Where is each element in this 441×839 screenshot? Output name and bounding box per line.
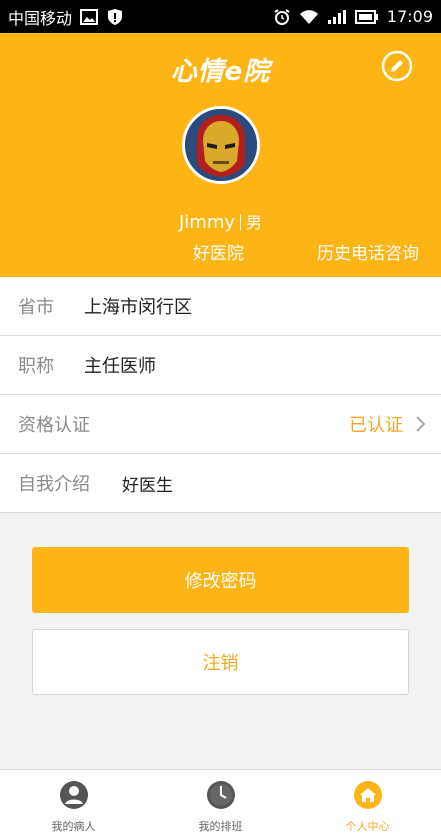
battery-icon [354,9,379,25]
title-value: 主任医师 [84,356,156,377]
province-label: 省市 [18,297,54,318]
alarm-icon [273,8,291,26]
wifi-icon [299,9,319,25]
clock-icon [206,781,235,809]
home-icon [353,781,382,809]
tab-personal-center[interactable]: 个人中心 [294,770,441,839]
intro-row: 自我介绍 好医生 [0,454,441,513]
province-row: 省市 上海市闵行区 [0,277,441,336]
app-logo: 心情e院 [170,57,271,87]
logout-button[interactable]: 注销 [32,629,409,695]
divider [240,214,241,230]
tab-my-schedule[interactable]: 我的排班 [147,770,294,839]
history-consultation-link[interactable]: 历史电话咨询 [317,239,419,264]
intro-value: 好医生 [122,475,173,496]
status-bar: 中国移动 17:09 [0,0,441,33]
tab-label: 个人中心 [345,820,390,833]
profile-info-list: 省市 上海市闵行区 职称 主任医师 资格认证 已认证 自我介绍 好医生 [0,277,441,513]
hospital-name: 好医院 [193,244,244,264]
qualification-status: 已认证 [349,415,403,436]
avatar[interactable] [182,106,260,184]
title-label: 职称 [18,356,54,377]
tab-label: 我的病人 [51,820,96,833]
edit-icon [381,50,413,82]
change-password-button[interactable]: 修改密码 [32,547,409,613]
image-icon [80,8,99,25]
doctor-name: Jimmy [178,212,235,233]
chevron-right-icon [415,415,427,433]
ironman-avatar-image [185,109,257,181]
qualification-row[interactable]: 资格认证 已认证 [0,395,441,454]
user-icon [59,781,88,809]
tab-label: 我的排班 [198,820,243,833]
profile-header: 心情e院 Jimmy 男 好医院 历史电话咨询 [0,33,441,277]
bottom-tab-bar: 我的病人 我的排班 个人中心 [0,769,441,839]
clock-time: 17:09 [386,7,433,26]
signal-icon [327,9,347,25]
carrier-label: 中国移动 [8,8,73,28]
intro-label: 自我介绍 [18,474,90,495]
edit-profile-button[interactable] [381,50,413,82]
province-value: 上海市闵行区 [84,297,192,318]
doctor-gender: 男 [246,213,263,232]
tab-my-patients[interactable]: 我的病人 [0,770,147,839]
name-gender: Jimmy 男 [0,209,441,233]
shield-alert-icon [106,8,124,26]
title-row: 职称 主任医师 [0,336,441,395]
qualification-label: 资格认证 [18,415,90,436]
